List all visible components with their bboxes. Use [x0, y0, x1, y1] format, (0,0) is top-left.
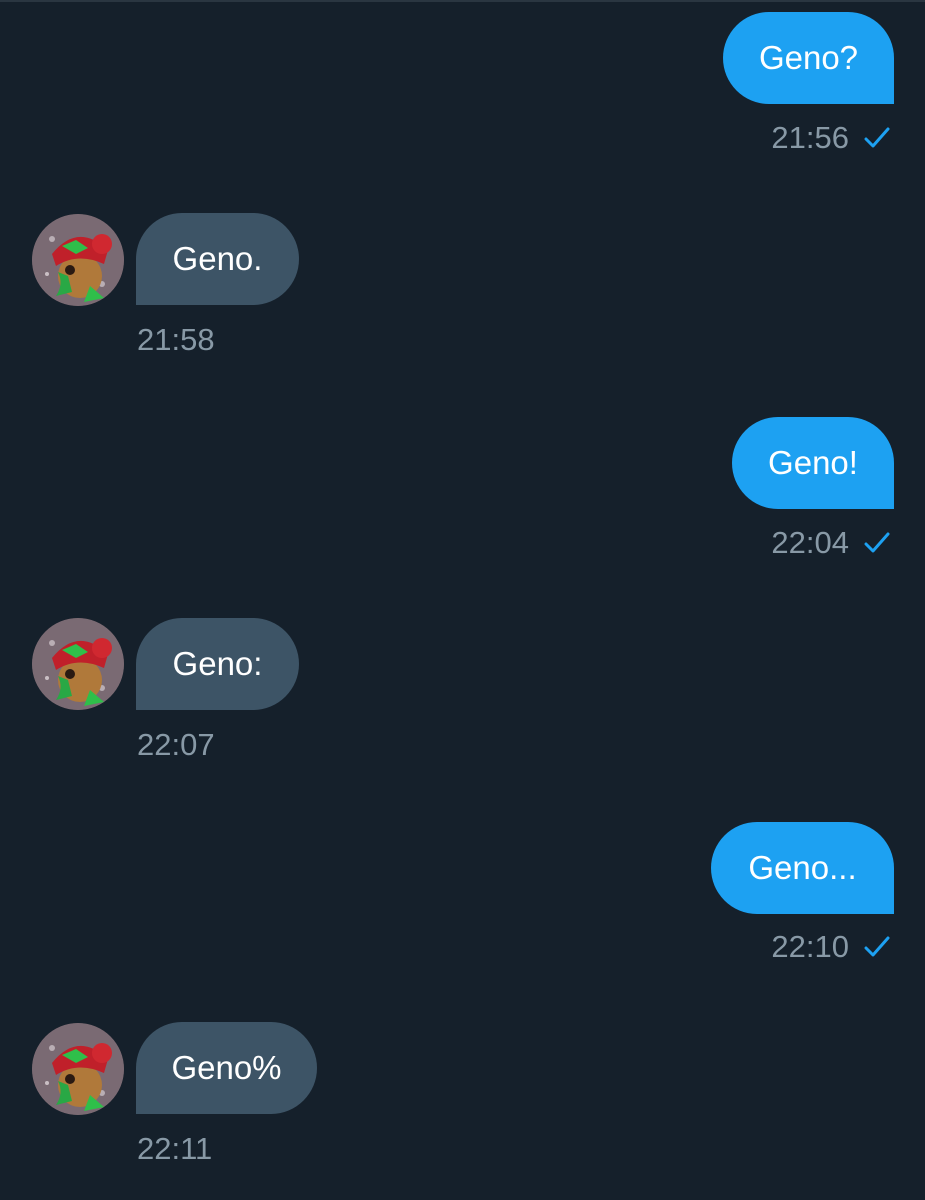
message-timestamp: 22:04 [771, 525, 849, 560]
avatar[interactable] [32, 1023, 124, 1115]
top-divider [0, 0, 925, 2]
geno-avatar-icon [32, 214, 124, 306]
message-meta: 21:56 [771, 120, 891, 156]
outgoing-message-bubble[interactable]: Geno? [723, 12, 894, 104]
message-timestamp: 22:10 [771, 929, 849, 964]
message-meta: 22:07 [137, 727, 215, 763]
message-text: Geno: [172, 645, 263, 682]
outgoing-message-bubble[interactable]: Geno! [732, 417, 894, 509]
message-timestamp: 21:58 [137, 322, 215, 357]
message-meta: 22:10 [771, 929, 891, 965]
message-timestamp: 22:07 [137, 727, 215, 762]
geno-avatar-icon [32, 1023, 124, 1115]
message-text: Geno... [748, 849, 857, 886]
incoming-message-bubble[interactable]: Geno: [136, 618, 299, 710]
message-text: Geno? [758, 39, 859, 76]
message-text: Geno% [171, 1049, 282, 1086]
outgoing-message-bubble[interactable]: Geno... [711, 822, 894, 914]
avatar[interactable] [32, 618, 124, 710]
incoming-message-bubble[interactable]: Geno% [136, 1022, 317, 1114]
incoming-message-bubble[interactable]: Geno. [136, 213, 299, 305]
message-meta: 22:04 [771, 525, 891, 561]
checkmark-icon [864, 127, 890, 148]
checkmark-icon [864, 936, 890, 957]
message-meta: 22:11 [137, 1131, 212, 1167]
message-text: Geno. [172, 240, 263, 277]
geno-avatar-icon [32, 618, 124, 710]
avatar[interactable] [32, 214, 124, 306]
message-meta: 21:58 [137, 322, 215, 358]
message-text: Geno! [768, 444, 858, 481]
message-timestamp: 21:56 [771, 120, 849, 155]
checkmark-icon [864, 532, 890, 553]
message-timestamp: 22:11 [137, 1131, 213, 1166]
